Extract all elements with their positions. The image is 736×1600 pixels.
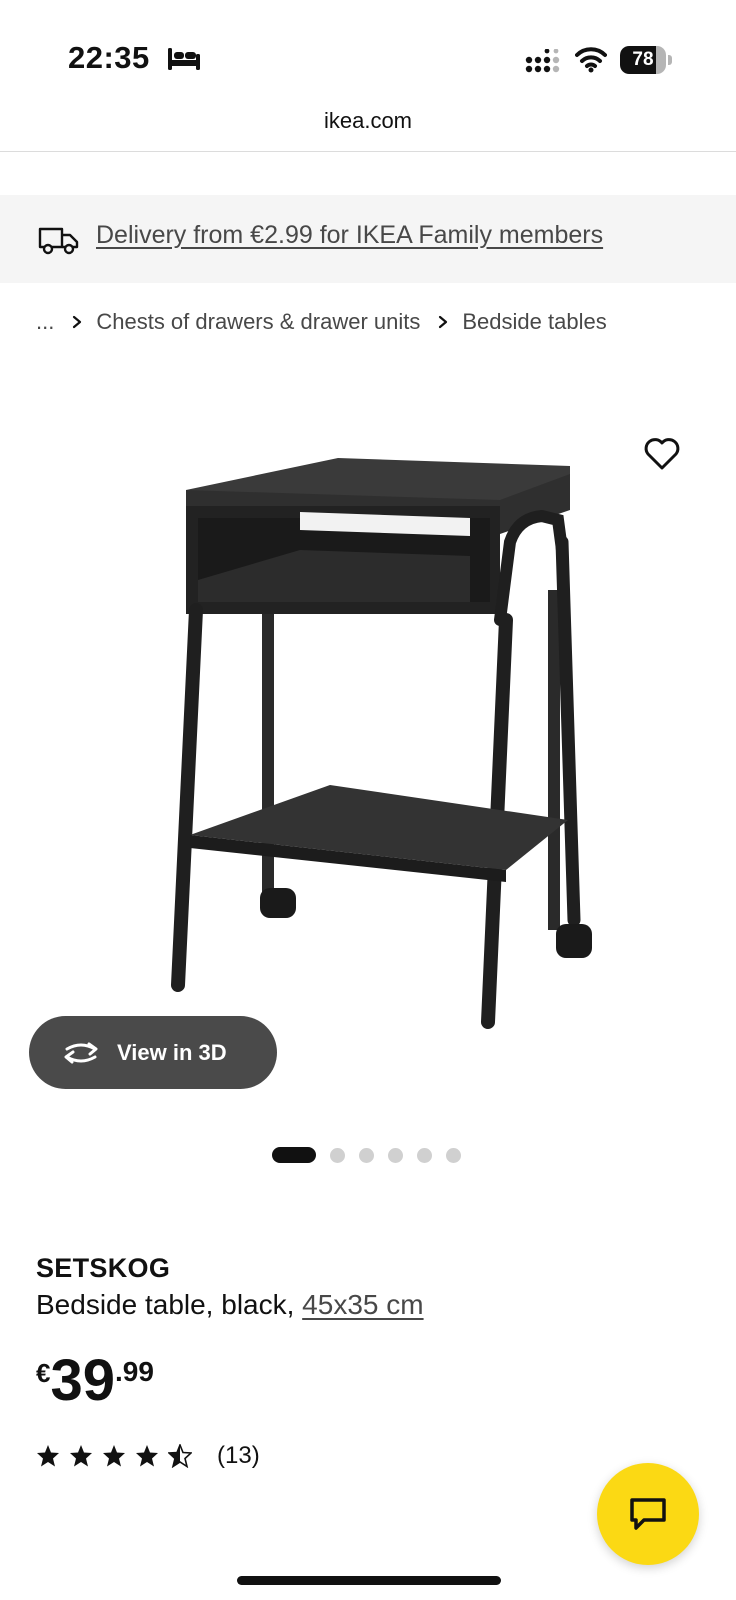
chevron-right-icon <box>439 315 448 329</box>
product-price: € 39 .99 <box>36 1352 154 1410</box>
price-integer: 39 <box>50 1348 115 1413</box>
home-indicator[interactable] <box>237 1576 501 1585</box>
price-decimal: .99 <box>114 1356 154 1387</box>
carousel-dot[interactable] <box>388 1147 403 1163</box>
truck-icon <box>38 227 79 255</box>
carousel-dot[interactable] <box>330 1147 345 1163</box>
battery-tip <box>668 55 672 65</box>
chat-button[interactable] <box>597 1463 699 1565</box>
battery-indicator: 78 <box>620 46 672 74</box>
delivery-banner[interactable]: Delivery from €2.99 for IKEA Family memb… <box>0 195 736 283</box>
breadcrumb-item-bedside-tables[interactable]: Bedside tables <box>462 309 606 335</box>
product-size-link[interactable]: 45x35 cm <box>302 1289 423 1320</box>
product-description: Bedside table, black, 45x35 cm <box>36 1289 424 1321</box>
breadcrumb: ... Chests of drawers & drawer units Bed… <box>36 305 607 339</box>
breadcrumb-ellipsis[interactable]: ... <box>36 309 54 335</box>
view-in-3d-button[interactable]: View in 3D <box>29 1016 277 1089</box>
url-text: ikea.com <box>323 108 413 133</box>
product-name: SETSKOG <box>36 1253 171 1283</box>
price-currency: € <box>36 1358 51 1388</box>
star-filled-icon <box>136 1445 158 1467</box>
cellular-signal-icon <box>525 49 560 73</box>
chevron-right-icon <box>73 315 82 329</box>
product-image[interactable] <box>150 430 620 1080</box>
bed-icon <box>168 48 200 70</box>
image-carousel-indicator[interactable] <box>272 1147 475 1163</box>
star-filled-icon <box>37 1445 59 1467</box>
product-description-text: Bedside table, black, <box>36 1289 295 1320</box>
url-bar[interactable]: ikea.com <box>0 108 736 152</box>
star-filled-icon <box>70 1445 92 1467</box>
status-bar: 22:35 78 <box>0 0 736 110</box>
status-time: 22:35 <box>68 40 150 75</box>
star-half-icon <box>168 1444 192 1468</box>
carousel-dot[interactable] <box>272 1147 316 1163</box>
carousel-dot[interactable] <box>446 1147 461 1163</box>
chat-icon <box>630 1498 666 1530</box>
breadcrumb-item-chests-of-drawers[interactable]: Chests of drawers & drawer units <box>96 309 420 335</box>
rotate-3d-icon <box>64 1042 98 1063</box>
heart-icon[interactable] <box>643 436 681 472</box>
view-in-3d-label: View in 3D <box>117 1039 227 1065</box>
url-divider <box>0 151 736 152</box>
product-rating[interactable]: (13) <box>36 1442 260 1470</box>
review-count[interactable]: (13) <box>217 1442 260 1470</box>
carousel-dot[interactable] <box>417 1147 432 1163</box>
battery-level: 78 <box>632 49 654 70</box>
wifi-icon <box>575 47 607 73</box>
delivery-link[interactable]: Delivery from €2.99 for IKEA Family memb… <box>96 221 603 250</box>
carousel-dot[interactable] <box>359 1147 374 1163</box>
star-filled-icon <box>103 1445 125 1467</box>
